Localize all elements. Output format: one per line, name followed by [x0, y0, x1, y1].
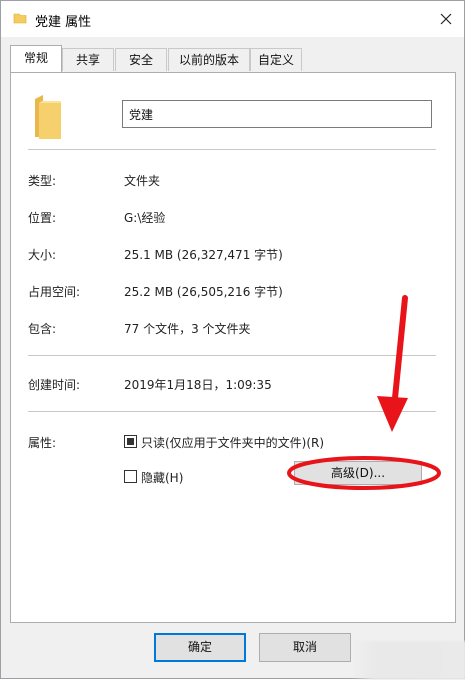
watermark: [351, 641, 465, 680]
tab-sharing[interactable]: 共享: [62, 48, 114, 71]
folder-name-input[interactable]: [122, 100, 432, 128]
hidden-label: 隐藏(H): [141, 471, 184, 485]
attributes-label: 属性:: [28, 436, 57, 450]
location-value: G:\经验: [124, 211, 166, 225]
tab-general[interactable]: 常规: [10, 45, 62, 72]
close-button[interactable]: [431, 5, 461, 33]
size-value: 25.1 MB (26,327,471 字节): [124, 248, 283, 262]
size-on-disk-value: 25.2 MB (26,505,216 字节): [124, 285, 283, 299]
created-value: 2019年1月18日，1:09:35: [124, 378, 272, 392]
size-on-disk-label: 占用空间:: [28, 285, 81, 299]
folder-icon: [35, 95, 61, 139]
ok-button[interactable]: 确定: [154, 633, 246, 662]
general-panel: 类型: 文件夹 位置: G:\经验 大小: 25.1 MB (26,327,47…: [10, 72, 456, 623]
window-title: 党建 属性: [35, 15, 92, 30]
advanced-button[interactable]: 高级(D)...: [294, 461, 422, 485]
hidden-checkbox[interactable]: [124, 470, 137, 483]
cancel-button[interactable]: 取消: [259, 633, 351, 662]
size-label: 大小:: [28, 248, 57, 262]
separator: [28, 411, 436, 412]
readonly-label: 只读(仅应用于文件夹中的文件)(R): [141, 436, 325, 450]
created-label: 创建时间:: [28, 378, 81, 392]
folder-icon: [13, 13, 27, 24]
properties-dialog: 党建 属性 常规 共享 安全 以前的版本 自定义 类型: 文件夹 位置: G:\…: [0, 0, 465, 680]
title-bar: 党建 属性: [1, 1, 464, 37]
separator: [28, 149, 436, 150]
tab-customize[interactable]: 自定义: [250, 48, 302, 71]
readonly-checkbox[interactable]: [124, 435, 137, 448]
type-value: 文件夹: [124, 174, 161, 188]
separator: [28, 355, 436, 356]
contains-value: 77 个文件，3 个文件夹: [124, 322, 251, 336]
location-label: 位置:: [28, 211, 57, 225]
type-label: 类型:: [28, 174, 57, 188]
tab-previous-versions[interactable]: 以前的版本: [168, 48, 250, 71]
tab-security[interactable]: 安全: [115, 48, 167, 71]
close-icon: [440, 13, 452, 25]
contains-label: 包含:: [28, 322, 57, 336]
